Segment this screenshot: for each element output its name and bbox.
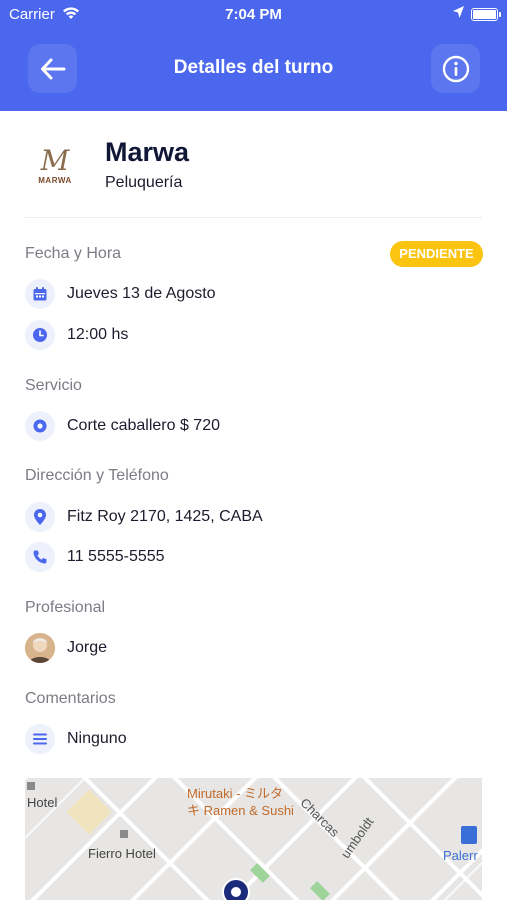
business-category: Peluquería — [105, 174, 183, 191]
clock-icon — [25, 320, 55, 350]
notes-icon — [25, 724, 55, 754]
appointment-date: Jueves 13 de Agosto — [67, 285, 216, 302]
battery-icon — [471, 8, 501, 21]
clock: 7:04 PM — [225, 6, 282, 23]
date-row: Jueves 13 de Agosto — [25, 279, 482, 309]
phone-row[interactable]: 11 5555-5555 — [25, 542, 482, 572]
phone-icon — [25, 542, 55, 572]
calendar-icon — [25, 279, 55, 309]
status-bar: Carrier 7:04 PM — [0, 0, 507, 28]
info-icon — [442, 55, 469, 82]
map-label-restaurant-2: キ Ramen & Sushi — [187, 803, 294, 818]
comments-row: Ninguno — [25, 724, 482, 754]
status-badge: PENDIENTE — [390, 241, 483, 267]
map-label-hotel: Hotel — [27, 795, 58, 810]
business-logo: M MARWA — [26, 136, 84, 194]
service-value: Corte caballero $ 720 — [67, 417, 220, 434]
service-row: Corte caballero $ 720 — [25, 411, 482, 441]
section-label-datetime: Fecha y Hora — [25, 245, 122, 262]
professional-name: Jorge — [67, 639, 108, 656]
section-label-professional: Profesional — [25, 599, 106, 616]
info-button[interactable] — [431, 44, 480, 93]
app-header: Carrier 7:04 PM Detalles del turno — [0, 0, 507, 111]
comments-value: Ninguno — [67, 730, 127, 747]
location-pin-icon — [25, 502, 55, 532]
professional-row: Jorge — [25, 633, 482, 663]
map-label-fierro: Fierro Hotel — [88, 846, 156, 861]
business-card: M MARWA Marwa Peluquería — [25, 133, 482, 218]
avatar — [25, 633, 55, 663]
section-label-comments: Comentarios — [25, 690, 116, 707]
section-label-service: Servicio — [25, 377, 82, 394]
appointment-time: 12:00 hs — [67, 326, 129, 343]
address-value: Fitz Roy 2170, 1425, CABA — [67, 508, 263, 525]
location-map[interactable]: Hotel Fierro Hotel Mirutaki - ミルタ キ Rame… — [25, 778, 482, 900]
time-row: 12:00 hs — [25, 320, 482, 350]
map-label-palermo: Palerr — [443, 848, 478, 863]
service-icon — [25, 411, 55, 441]
location-arrow-icon — [452, 5, 465, 23]
phone-value: 11 5555-5555 — [67, 548, 165, 565]
section-label-contact: Dirección y Teléfono — [25, 467, 169, 484]
address-row[interactable]: Fitz Roy 2170, 1425, CABA — [25, 502, 482, 532]
business-name: Marwa — [105, 137, 190, 167]
